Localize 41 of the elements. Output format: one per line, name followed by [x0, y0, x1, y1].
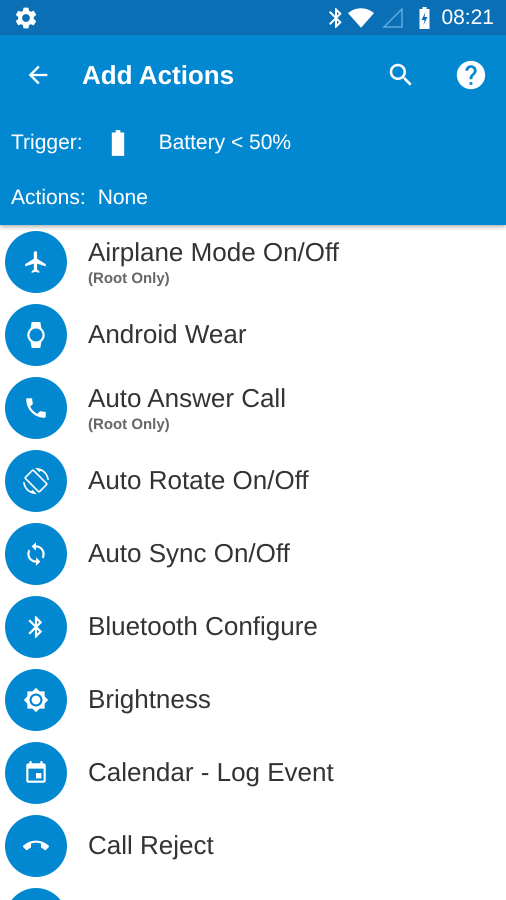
action-item[interactable]: Android Wear	[0, 298, 506, 371]
action-title: Brightness	[88, 684, 211, 715]
watch-icon	[5, 304, 67, 366]
battery-icon	[110, 128, 125, 156]
action-item[interactable]: Auto Rotate On/Off	[0, 444, 506, 517]
rotate-icon	[5, 450, 67, 512]
action-title: Auto Rotate On/Off	[88, 465, 309, 496]
trigger-value: Battery < 50%	[158, 130, 292, 154]
action-note: (Root Only)	[88, 270, 171, 286]
calendar-icon	[5, 742, 67, 804]
action-note: (Root Only)	[88, 416, 171, 432]
trigger-label: Trigger:	[11, 130, 83, 154]
action-item[interactable]: Call Reject	[0, 809, 506, 882]
phone-icon	[5, 376, 67, 438]
action-item[interactable]: Brightness	[0, 663, 506, 736]
action-item[interactable]: Calendar - Log Event	[0, 736, 506, 809]
hang-up-icon	[5, 814, 67, 876]
bluetooth-icon	[329, 8, 342, 28]
action-item[interactable]: Auto Sync On/Off	[0, 517, 506, 590]
action-title: Auto Sync On/Off	[88, 538, 290, 569]
airplane-icon	[5, 230, 67, 292]
actions-value: None	[98, 186, 148, 210]
action-item[interactable]: Bluetooth Configure	[0, 590, 506, 663]
action-title: Bluetooth Configure	[88, 611, 318, 642]
action-item[interactable]: Auto Answer Call (Root Only)	[0, 371, 506, 444]
wifi-icon	[348, 8, 374, 28]
sync-icon	[5, 522, 67, 584]
action-title: Call Reject	[88, 830, 214, 861]
brightness-icon	[5, 668, 67, 730]
actions-label: Actions:	[11, 186, 86, 210]
status-time: 08:21	[441, 6, 494, 30]
settings-icon	[13, 4, 39, 30]
action-title: Android Wear	[88, 319, 246, 350]
action-title: Auto Answer Call	[88, 382, 286, 414]
action-title: Calendar - Log Event	[88, 757, 334, 788]
help-button[interactable]	[454, 58, 488, 92]
action-item[interactable]: Airplane Mode On/Off (Root Only)	[0, 225, 506, 298]
screen-title: Add Actions	[82, 60, 234, 90]
bluetooth-icon	[5, 596, 67, 658]
action-title: Airplane Mode On/Off	[88, 236, 339, 268]
battery-charging-icon	[418, 6, 432, 28]
